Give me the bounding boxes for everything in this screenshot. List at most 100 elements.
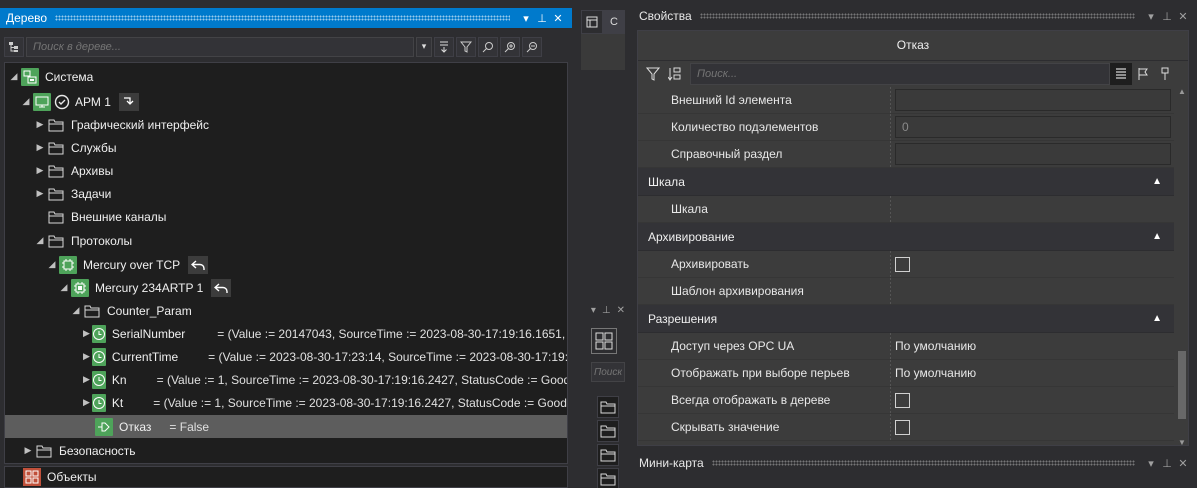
always-show-checkbox[interactable] — [895, 392, 910, 408]
properties-panel-header[interactable]: Свойства ▾ ⊥ ✕ — [633, 6, 1197, 26]
property-row[interactable]: Справочный раздел — [638, 141, 1174, 168]
drag-grip[interactable] — [699, 13, 1135, 19]
wrench-icon[interactable] — [1154, 63, 1176, 85]
collapsed-arrow-icon[interactable]: ▶ — [35, 142, 45, 153]
category-permissions[interactable]: Разрешения ▲ — [638, 305, 1174, 333]
search-icon[interactable] — [478, 36, 498, 57]
tree-node-mercury-tcp[interactable]: ◢ Mercury over TCP — [5, 253, 567, 276]
close-icon[interactable]: ✕ — [1175, 10, 1191, 23]
expanded-arrow-icon[interactable]: ◢ — [71, 305, 81, 316]
scroll-down-icon[interactable]: ▼ — [1176, 438, 1188, 445]
collapse-all-icon[interactable] — [434, 36, 454, 57]
property-row[interactable]: Внешний Id элемента — [638, 87, 1174, 114]
hide-value-checkbox[interactable] — [895, 419, 910, 435]
undo-arrow-icon[interactable] — [188, 255, 209, 274]
property-value[interactable] — [891, 196, 1174, 222]
objects-panel[interactable]: Объекты — [4, 466, 568, 488]
tree-panel-header[interactable]: Дерево ▾ ⊥ ✕ — [0, 8, 572, 28]
property-row[interactable]: Архивировать — [638, 251, 1174, 278]
property-row[interactable]: Шаблон архивирования — [638, 278, 1174, 305]
toolbox-tab-icon[interactable] — [581, 10, 603, 34]
panel-menu-icon[interactable]: ▾ — [518, 12, 534, 25]
help-section-field[interactable] — [895, 143, 1171, 165]
properties-scrollbar[interactable]: ▲ ▼ — [1176, 87, 1188, 445]
tree-node-protocols[interactable]: ◢ Протоколы — [5, 229, 567, 252]
property-row[interactable]: Шкала — [638, 196, 1174, 223]
close-icon[interactable]: ✕ — [617, 305, 625, 316]
drag-grip[interactable] — [55, 15, 510, 21]
panel-menu-icon[interactable]: ▾ — [591, 305, 596, 316]
tree-node-current-time[interactable]: ▶ CurrentTime = (Value := 2023-08-30-17:… — [5, 345, 567, 368]
collapse-caret-icon[interactable]: ▲ — [1152, 176, 1162, 187]
folder-icon[interactable] — [597, 444, 619, 466]
tree-node-serial-number[interactable]: ▶ SerialNumber = (Value := 20147043, Sou… — [5, 322, 567, 345]
tree-node-kn[interactable]: ▶ Kn = (Value := 1, SourceTime := 2023-0… — [5, 368, 567, 391]
run-action-icon[interactable] — [118, 92, 139, 111]
close-icon[interactable]: ✕ — [1175, 457, 1191, 470]
tree-node-services[interactable]: ▶ Службы — [5, 136, 567, 159]
category-scale[interactable]: Шкала ▲ — [638, 168, 1174, 196]
expanded-arrow-icon[interactable]: ◢ — [59, 282, 69, 293]
collapsed-arrow-icon[interactable]: ▶ — [35, 165, 45, 176]
category-archiving[interactable]: Архивирование ▲ — [638, 223, 1174, 251]
tree-node-archives[interactable]: ▶ Архивы — [5, 159, 567, 182]
tree-node-external-channels[interactable]: Внешние каналы — [5, 205, 567, 228]
tree-node-arm[interactable]: ◢ АРМ 1 — [5, 90, 567, 113]
tree-node-kt[interactable]: ▶ Kt = (Value := 1, SourceTime := 2023-0… — [5, 391, 567, 414]
tree-node-tasks[interactable]: ▶ Задачи — [5, 182, 567, 205]
folder-icon[interactable] — [597, 420, 619, 442]
sort-alphabetical-icon[interactable] — [664, 63, 686, 85]
folder-icon[interactable] — [597, 468, 619, 488]
pin-icon[interactable]: ⊥ — [1159, 457, 1175, 470]
panel-menu-icon[interactable]: ▾ — [1143, 10, 1159, 23]
collapse-caret-icon[interactable]: ▲ — [1152, 313, 1162, 324]
pen-display-value[interactable]: По умолчанию — [891, 360, 1174, 386]
collapsed-arrow-icon[interactable]: ▶ — [83, 374, 90, 385]
tree-node-gui[interactable]: ▶ Графический интерфейс — [5, 113, 567, 136]
minimap-panel-header[interactable]: Мини-карта ▾ ⊥ ✕ — [633, 453, 1197, 473]
tree-node-counter-param[interactable]: ◢ Counter_Param — [5, 299, 567, 322]
opc-access-value[interactable]: По умолчанию — [891, 333, 1174, 359]
tree-node-system[interactable]: ◢ Система — [5, 65, 567, 88]
folder-icon[interactable] — [597, 396, 619, 418]
drag-grip[interactable] — [711, 460, 1135, 466]
property-row[interactable]: Количество подэлементов 0 — [638, 114, 1174, 141]
property-row[interactable]: Всегда отображать в дереве — [638, 387, 1174, 414]
collapsed-arrow-icon[interactable]: ▶ — [83, 351, 90, 362]
search-dropdown-icon[interactable]: ▾ — [416, 36, 432, 57]
scroll-thumb[interactable] — [1178, 351, 1186, 419]
expanded-arrow-icon[interactable]: ◢ — [21, 96, 31, 107]
property-row[interactable]: Отображать при выборе перьев По умолчани… — [638, 360, 1174, 387]
tree-node-failure[interactable]: Отказ = False — [5, 415, 567, 438]
middle-search-input[interactable] — [591, 362, 625, 382]
panel-menu-icon[interactable]: ▾ — [1143, 457, 1159, 470]
tree-node-mercury-device[interactable]: ◢ Mercury 234ARTP 1 — [5, 276, 567, 299]
find-next-icon[interactable] — [500, 36, 520, 57]
external-id-field[interactable] — [895, 89, 1171, 111]
property-row[interactable]: Доступ через OPC UA По умолчанию — [638, 333, 1174, 360]
archive-checkbox[interactable] — [895, 256, 910, 272]
grid-view-icon[interactable] — [591, 328, 617, 354]
collapsed-arrow-icon[interactable]: ▶ — [35, 188, 45, 199]
tree-search-input[interactable] — [26, 36, 414, 57]
expanded-arrow-icon[interactable]: ◢ — [35, 235, 45, 246]
pin-icon[interactable]: ⊥ — [1159, 10, 1175, 23]
scroll-up-icon[interactable]: ▲ — [1176, 87, 1188, 96]
filter-icon[interactable] — [642, 63, 664, 85]
expanded-arrow-icon[interactable]: ◢ — [47, 259, 57, 270]
property-value[interactable] — [891, 278, 1174, 304]
collapsed-arrow-icon[interactable]: ▶ — [35, 119, 45, 130]
collapsed-arrow-icon[interactable]: ▶ — [83, 397, 90, 408]
undo-arrow-icon[interactable] — [211, 278, 232, 297]
filter-icon[interactable] — [456, 36, 476, 57]
collapsed-arrow-icon[interactable]: ▶ — [23, 445, 33, 456]
expanded-arrow-icon[interactable]: ◢ — [9, 71, 19, 82]
list-view-icon[interactable] — [1110, 63, 1132, 85]
find-previous-icon[interactable] — [522, 36, 542, 57]
collapse-caret-icon[interactable]: ▲ — [1152, 231, 1162, 242]
pin-icon[interactable]: ⊥ — [602, 305, 611, 316]
tab-c[interactable]: С — [603, 10, 625, 34]
pin-icon[interactable]: ⊥ — [534, 12, 550, 25]
properties-search-input[interactable] — [690, 63, 1110, 85]
property-row[interactable]: Скрывать значение — [638, 414, 1174, 441]
